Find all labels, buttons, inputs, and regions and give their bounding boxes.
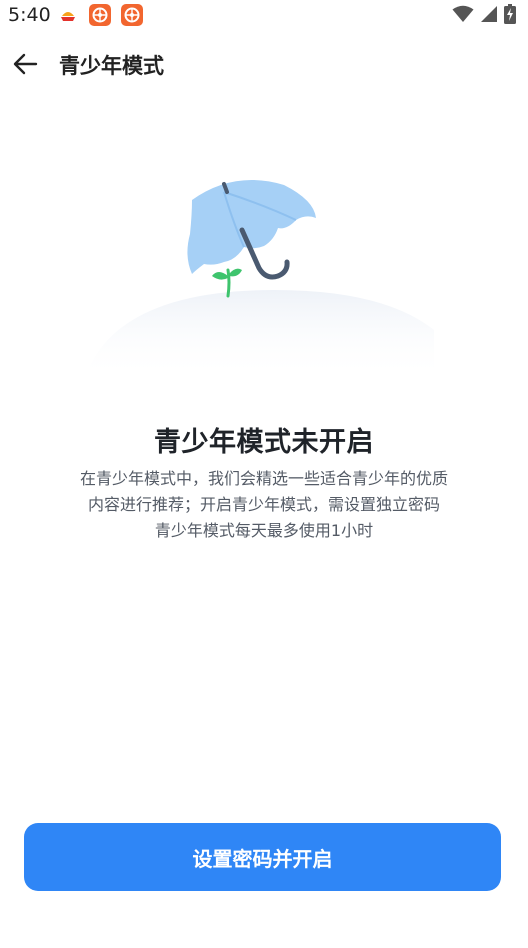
arrow-left-icon bbox=[13, 53, 38, 75]
status-time: 5:40 bbox=[8, 4, 51, 26]
teen-mode-screen: 5:40 青少年模式 青少年模式未开启 在青少年模式中，我们会精选一些适合青少年… bbox=[0, 0, 528, 948]
set-password-and-enable-button[interactable]: 设置密码并开启 bbox=[24, 823, 501, 891]
status-indicators bbox=[452, 4, 516, 28]
battery-charging-icon bbox=[504, 4, 516, 28]
app-notification-icon bbox=[58, 5, 78, 25]
umbrella-sprout-illustration bbox=[84, 170, 434, 380]
empty-state-description: 在青少年模式中，我们会精选一些适合青少年的优质 内容进行推荐；开启青少年模式，需… bbox=[40, 466, 488, 544]
page-title: 青少年模式 bbox=[59, 54, 164, 78]
description-line: 内容进行推荐；开启青少年模式，需设置独立密码 bbox=[87, 495, 440, 514]
description-line: 青少年模式每天最多使用1小时 bbox=[154, 521, 374, 540]
nav-bar: 青少年模式 bbox=[0, 40, 528, 88]
app-notification-icon bbox=[121, 4, 143, 26]
app-notification-icon bbox=[89, 4, 111, 26]
signal-icon bbox=[480, 5, 498, 27]
empty-state-title: 青少年模式未开启 bbox=[154, 427, 374, 458]
wifi-icon bbox=[452, 5, 474, 27]
description-line: 在青少年模式中，我们会精选一些适合青少年的优质 bbox=[79, 469, 448, 488]
status-bar: 5:40 bbox=[0, 0, 528, 30]
back-button[interactable] bbox=[10, 50, 42, 78]
